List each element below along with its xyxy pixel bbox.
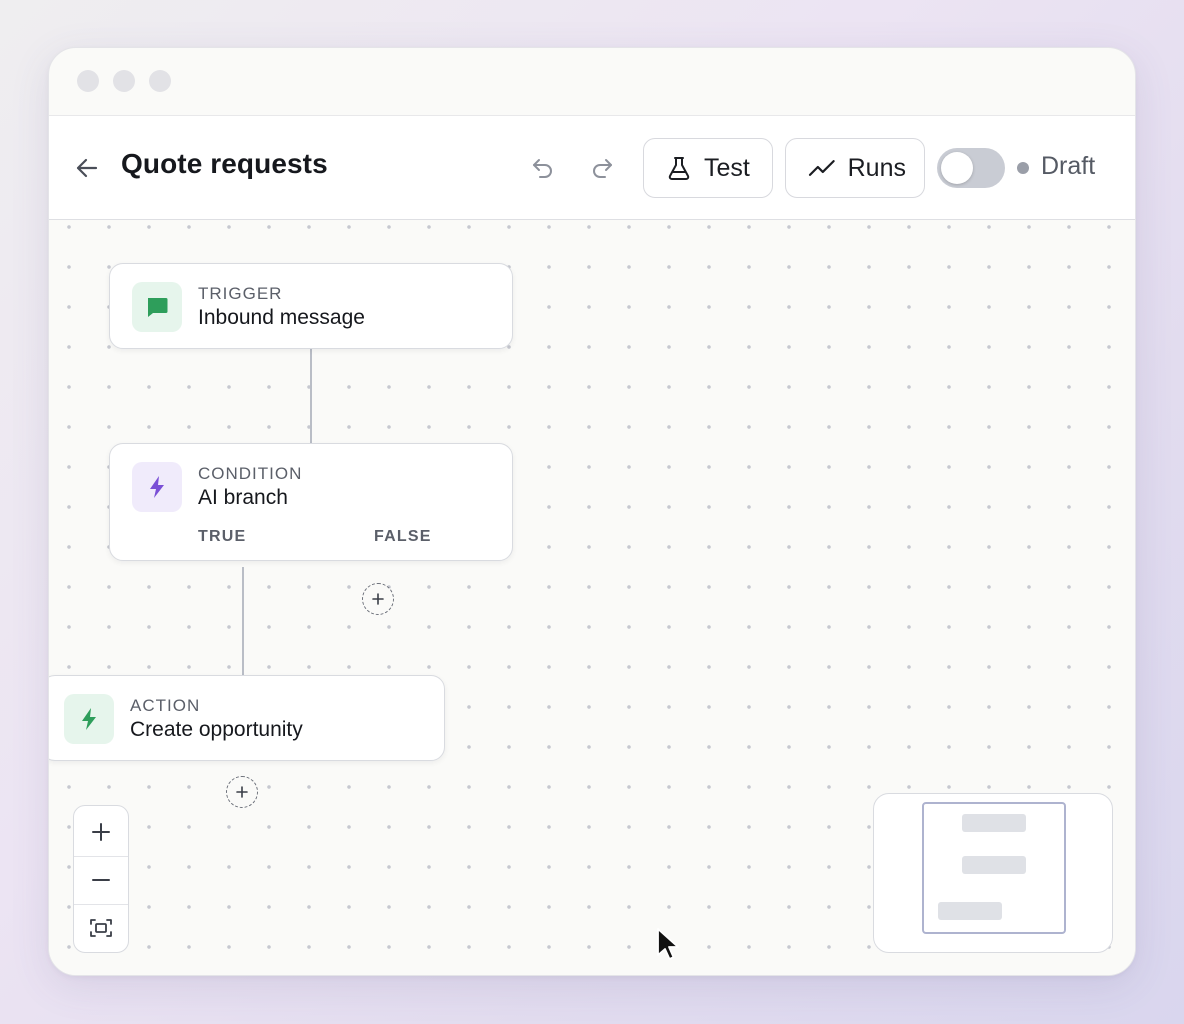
undo-button[interactable] xyxy=(527,152,559,184)
runs-button[interactable]: Runs xyxy=(785,138,925,198)
title-bar xyxy=(49,48,1135,116)
node-type-label: CONDITION xyxy=(198,464,303,483)
status-dot xyxy=(1017,162,1029,174)
page-title: Quote requests xyxy=(121,148,328,179)
test-button-label: Test xyxy=(704,153,750,182)
status-label: Draft xyxy=(1041,152,1096,180)
node-type-label: TRIGGER xyxy=(198,284,283,303)
action-node[interactable]: ACTION Create opportunity xyxy=(49,675,445,761)
window-close-button[interactable] xyxy=(77,70,99,92)
runs-button-label: Runs xyxy=(847,153,906,182)
publish-toggle[interactable] xyxy=(937,148,1005,188)
condition-node[interactable]: CONDITION AI branch TRUE FALSE xyxy=(109,443,513,561)
zoom-controls xyxy=(73,805,129,953)
node-type-label: ACTION xyxy=(130,696,201,715)
minus-icon xyxy=(92,879,110,881)
lightning-icon xyxy=(150,476,164,498)
branch-true-label[interactable]: TRUE xyxy=(198,528,246,546)
toolbar: Quote requests Test Runs Draft xyxy=(49,116,1135,220)
flask-icon xyxy=(668,157,690,180)
node-name: AI branch xyxy=(198,486,288,509)
chat-bubble-icon xyxy=(148,298,168,317)
minimap[interactable] xyxy=(873,793,1113,953)
undo-icon xyxy=(533,159,552,178)
zoom-out-button[interactable] xyxy=(74,856,128,904)
edge-condition-true-action xyxy=(242,567,244,677)
minimap-node xyxy=(962,814,1026,832)
window-minimize-button[interactable] xyxy=(113,70,135,92)
toggle-knob xyxy=(941,152,973,184)
window-maximize-button[interactable] xyxy=(149,70,171,92)
trigger-node[interactable]: TRIGGER Inbound message xyxy=(109,263,513,349)
node-name: Create opportunity xyxy=(130,718,303,741)
condition-icon-box xyxy=(132,462,182,512)
fit-view-button[interactable] xyxy=(74,904,128,952)
add-step-false-button[interactable] xyxy=(362,583,394,615)
back-button[interactable] xyxy=(73,154,101,182)
app-window: Quote requests Test Runs Draft TRIGGER I… xyxy=(48,47,1136,976)
trigger-icon-box xyxy=(132,282,182,332)
node-name: Inbound message xyxy=(198,306,365,329)
minimap-node xyxy=(938,902,1002,920)
fit-view-icon xyxy=(90,919,112,937)
test-button[interactable]: Test xyxy=(643,138,773,198)
plus-icon xyxy=(236,786,248,798)
zoom-in-button[interactable] xyxy=(74,808,128,856)
edge-trigger-condition xyxy=(310,349,312,443)
action-icon-box xyxy=(64,694,114,744)
add-step-button[interactable] xyxy=(226,776,258,808)
redo-button[interactable] xyxy=(586,152,618,184)
redo-icon xyxy=(593,159,612,178)
lightning-icon xyxy=(82,708,96,730)
minimap-node xyxy=(962,856,1026,874)
arrow-left-icon xyxy=(76,158,98,178)
flow-canvas[interactable]: TRIGGER Inbound message CONDITION AI bra… xyxy=(49,221,1135,975)
branch-false-label[interactable]: FALSE xyxy=(374,528,432,546)
trend-line-icon xyxy=(808,160,835,176)
mouse-cursor-icon xyxy=(657,928,679,960)
plus-icon xyxy=(372,593,384,605)
plus-icon xyxy=(92,823,110,841)
